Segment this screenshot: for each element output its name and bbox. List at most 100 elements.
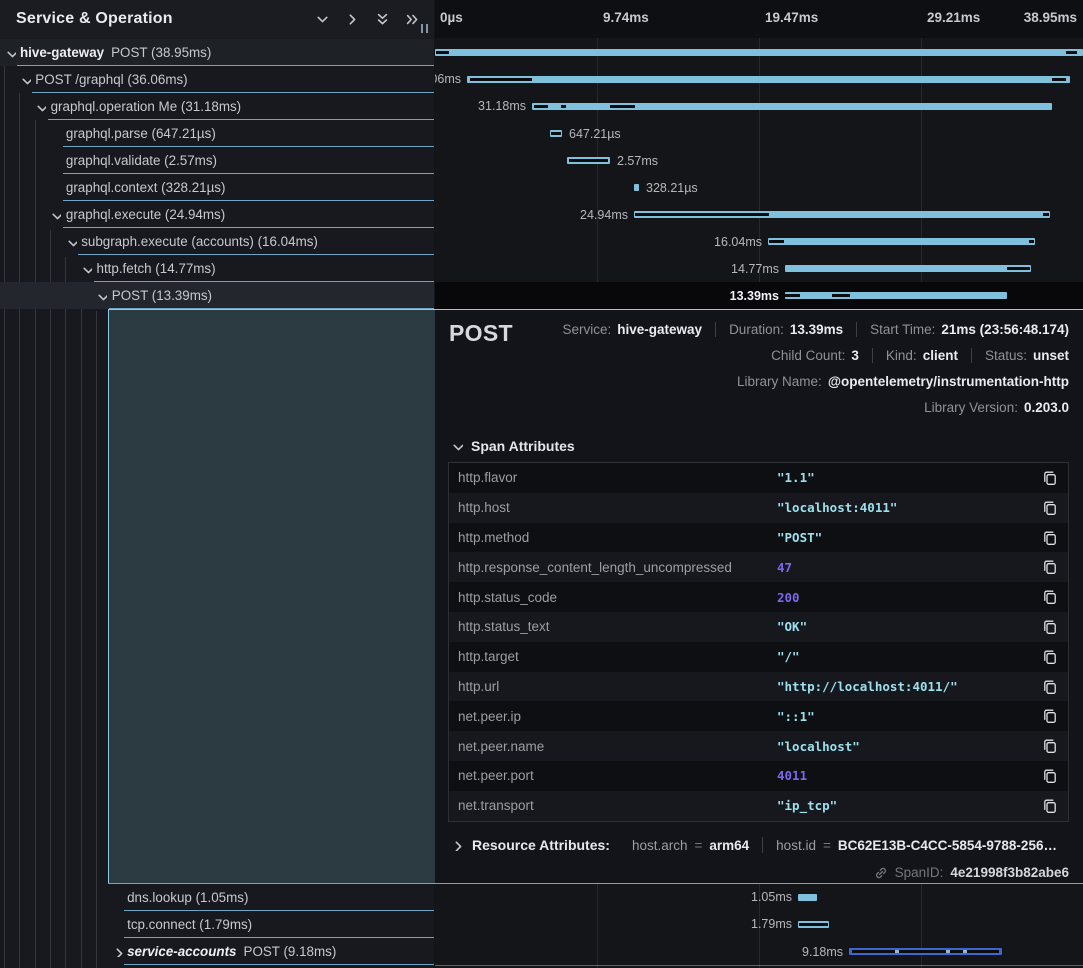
tree-indent-guide [50, 230, 51, 968]
link-icon[interactable] [874, 866, 888, 880]
span-row[interactable]: http.fetch (14.77ms) [0, 255, 434, 282]
overview-field-label: Child Count: [771, 348, 845, 363]
span-duration-label: 1.79ms [751, 917, 792, 931]
chevron-down-icon[interactable] [35, 101, 46, 112]
child-span-mark [561, 105, 566, 108]
span-duration-bar[interactable] [634, 211, 1050, 218]
attribute-row: http.status_text"OK" [449, 612, 1068, 642]
overview-field-value: @opentelemetry/instrumentation-http [828, 374, 1069, 389]
tree-indent-guide [96, 311, 97, 968]
attribute-key: net.transport [458, 798, 534, 813]
span-duration-label: 31.18ms [478, 99, 526, 113]
span-row[interactable]: graphql.execute (24.94ms) [0, 201, 434, 228]
copy-icon[interactable] [1042, 559, 1058, 575]
trace-timeline-view: 0µs9.74ms19.47ms29.21ms38.95ms36.06ms31.… [0, 0, 1083, 968]
span-duration-bar[interactable] [798, 921, 829, 928]
span-attributes-header[interactable]: Span Attributes [451, 438, 575, 454]
chevron-down-icon[interactable] [96, 290, 107, 301]
tree-toolbar [315, 12, 420, 27]
overview-field-value: unset [1033, 348, 1069, 363]
attribute-key: http.response_content_length_uncompresse… [458, 560, 732, 575]
copy-icon[interactable] [1042, 798, 1058, 814]
attribute-row: net.transport "ip_tcp" [449, 791, 1068, 821]
span-overview-line: Service:hive-gatewayDuration:13.39msStar… [562, 318, 1069, 340]
span-duration-bar[interactable] [849, 948, 1002, 955]
copy-icon[interactable] [1042, 589, 1058, 605]
attribute-key: http.host [458, 500, 510, 515]
span-duration-label: 9.18ms [802, 945, 843, 959]
resource-attribute-value: arm64 [709, 838, 749, 853]
span-row[interactable]: POST (13.39ms) [0, 282, 434, 309]
span-duration-bar[interactable] [785, 292, 1007, 299]
span-duration-label: 24.94ms [580, 208, 628, 222]
resource-attribute-key: host.arch [632, 838, 688, 853]
copy-icon[interactable] [1042, 708, 1058, 724]
divider [715, 322, 716, 337]
span-duration-bar[interactable] [768, 238, 1035, 245]
overview-field-label: Service: [562, 322, 611, 337]
copy-icon[interactable] [1042, 738, 1058, 754]
span-duration-bar[interactable] [798, 894, 817, 901]
attribute-key: net.peer.ip [458, 709, 521, 724]
overview-field-label: Start Time: [870, 322, 935, 337]
collapse-one-icon[interactable] [315, 12, 330, 27]
resource-attributes-row[interactable]: Resource Attributes: host.arch=arm64host… [451, 837, 1057, 853]
chevron-down-icon[interactable] [5, 47, 16, 58]
span-row[interactable]: tcp.connect (1.79ms) [0, 911, 434, 938]
overview-field-value: 21ms (23:56:48.174) [941, 322, 1069, 337]
span-duration-bar[interactable] [550, 130, 562, 137]
service-name: service-accounts [127, 944, 236, 959]
span-detail-panel: POST Span Attributes http.flavor"1.1"htt… [108, 309, 1083, 884]
attribute-key: http.status_code [458, 590, 557, 605]
column-resizer-handle[interactable] [421, 24, 428, 33]
attribute-row: http.host "localhost:4011" [449, 493, 1068, 523]
span-duration-bar[interactable] [532, 103, 1052, 110]
copy-icon[interactable] [1042, 530, 1058, 546]
span-row[interactable]: service-accountsPOST (9.18ms) [0, 938, 434, 965]
copy-icon[interactable] [1042, 649, 1058, 665]
attribute-row: http.method"POST" [449, 523, 1068, 553]
expand-one-icon[interactable] [345, 12, 360, 27]
collapse-all-icon[interactable] [375, 12, 390, 27]
overview-field-value: 3 [851, 348, 859, 363]
span-row[interactable]: graphql.validate (2.57ms) [0, 147, 434, 174]
span-row[interactable]: hive-gatewayPOST (38.95ms) [0, 39, 434, 66]
chevron-down-icon[interactable] [50, 209, 61, 220]
span-row[interactable]: graphql.parse (647.21µs) [0, 120, 434, 147]
expand-all-icon[interactable] [405, 12, 420, 27]
span-duration-label: 13.39ms [730, 289, 779, 303]
attribute-value: 47 [777, 560, 792, 575]
span-duration-bar[interactable] [567, 157, 610, 164]
span-row[interactable]: POST /graphql (36.06ms) [0, 66, 434, 93]
copy-icon[interactable] [1042, 768, 1058, 784]
overview-field-label: Library Version: [924, 400, 1018, 415]
span-row[interactable]: graphql.operation Me (31.18ms) [0, 93, 434, 120]
service-operation-header: Service & Operation [0, 0, 434, 38]
attribute-row: net.peer.name"localhost" [449, 731, 1068, 761]
attribute-key: http.url [458, 679, 499, 694]
attribute-row: http.flavor"1.1" [449, 463, 1068, 493]
chevron-down-icon[interactable] [66, 236, 77, 247]
span-duration-bar[interactable] [785, 265, 1031, 272]
span-row-label: subgraph.execute (accounts) (16.04ms) [81, 234, 318, 249]
span-row-label: graphql.execute (24.94ms) [66, 207, 225, 222]
copy-icon[interactable] [1042, 679, 1058, 695]
chevron-down-icon[interactable] [20, 74, 31, 85]
span-duration-bar[interactable] [467, 76, 1070, 83]
tree-indent-guide [81, 284, 82, 968]
copy-icon[interactable] [1042, 500, 1058, 516]
span-overview-line: Child Count:3Kind:clientStatus:unset [771, 344, 1069, 366]
chevron-right-icon[interactable] [112, 946, 123, 957]
span-row[interactable]: graphql.context (328.21µs) [0, 174, 434, 201]
span-duration-bar[interactable] [634, 184, 639, 191]
span-duration-label: 14.77ms [731, 262, 779, 276]
chevron-down-icon [451, 440, 463, 452]
attribute-value: "ip_tcp" [777, 798, 837, 813]
copy-icon[interactable] [1042, 470, 1058, 486]
copy-icon[interactable] [1042, 619, 1058, 635]
span-row[interactable]: dns.lookup (1.05ms) [0, 884, 434, 911]
attribute-value: "localhost:4011" [777, 500, 897, 515]
span-row[interactable]: subgraph.execute (accounts) (16.04ms) [0, 228, 434, 255]
span-duration-bar[interactable] [435, 49, 1083, 56]
chevron-down-icon[interactable] [81, 263, 92, 274]
